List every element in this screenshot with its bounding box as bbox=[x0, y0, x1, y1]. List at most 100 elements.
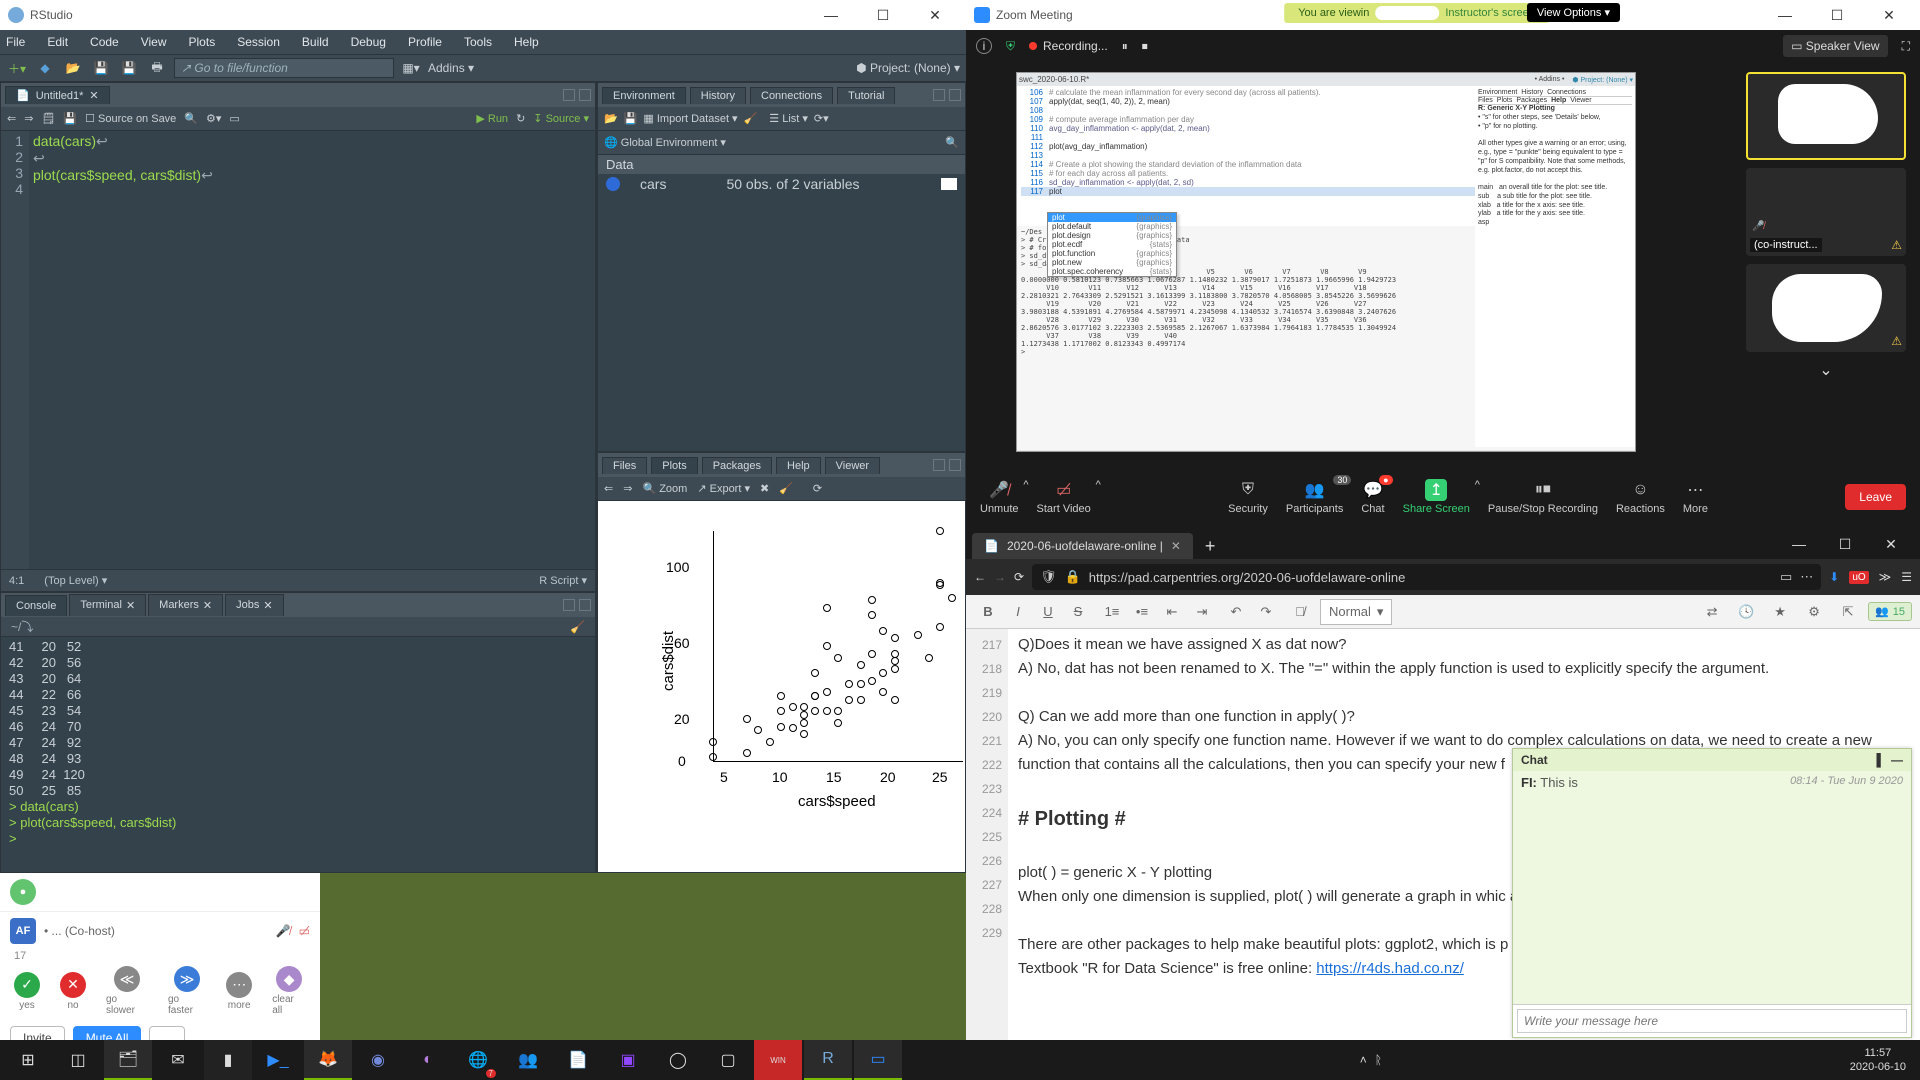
tab-plots[interactable]: Plots bbox=[651, 457, 697, 474]
pause-rec-icon[interactable]: ⏸ bbox=[1122, 39, 1128, 54]
wand-icon[interactable]: ⚙▾ bbox=[206, 112, 221, 125]
tab-markers[interactable]: Markers ✕ bbox=[148, 594, 223, 616]
remove-plot-icon[interactable]: ✖ bbox=[760, 482, 769, 495]
pane-max-icon[interactable] bbox=[949, 89, 961, 101]
new-project-icon[interactable]: ◆ bbox=[34, 58, 56, 78]
pin-chat-icon[interactable]: ▌ bbox=[1876, 753, 1885, 767]
pane-max-icon[interactable] bbox=[949, 459, 961, 471]
addins-dropdown[interactable]: Addins ▾ bbox=[428, 61, 474, 75]
close-button[interactable]: ✕ bbox=[1868, 529, 1914, 559]
ol-button[interactable]: 1≡ bbox=[1098, 599, 1126, 625]
menu-view[interactable]: View bbox=[141, 35, 167, 49]
settings-icon[interactable]: ⚙ bbox=[1800, 599, 1828, 625]
goto-file-input[interactable]: ↗ Go to file/function bbox=[174, 58, 394, 78]
next-plot-icon[interactable]: ⇒ bbox=[623, 482, 632, 495]
downloads-icon[interactable]: ⬇ bbox=[1829, 570, 1839, 584]
zoom-taskbar-icon[interactable]: ▭ bbox=[854, 1040, 902, 1080]
pane-max-icon[interactable] bbox=[579, 89, 591, 101]
tab-terminal[interactable]: Terminal ✕ bbox=[69, 594, 146, 616]
task-view-icon[interactable]: ◫ bbox=[54, 1040, 102, 1080]
save-ws-icon[interactable]: 💾 bbox=[624, 112, 638, 125]
maximize-button[interactable]: ☐ bbox=[860, 0, 906, 30]
new-file-icon[interactable]: ＋▾ bbox=[6, 58, 28, 78]
pane-max-icon[interactable] bbox=[579, 599, 591, 611]
menu-edit[interactable]: Edit bbox=[47, 35, 68, 49]
ime-icon[interactable]: ᚱ bbox=[1375, 1053, 1382, 1067]
compile-icon[interactable]: ▭ bbox=[229, 112, 239, 125]
view-options-dropdown[interactable]: View Options ▾ bbox=[1527, 3, 1620, 22]
undo-button[interactable]: ↶ bbox=[1222, 599, 1250, 625]
url-input[interactable]: 🛡 🔒 https://pad.carpentries.org/2020-06-… bbox=[1032, 564, 1821, 590]
discord-icon[interactable]: ◉ bbox=[354, 1040, 402, 1080]
minimize-button[interactable]: — bbox=[808, 0, 854, 30]
scope-dropdown[interactable]: 🌐 Global Environment ▾ bbox=[604, 136, 726, 149]
new-tab-button[interactable]: + bbox=[1195, 534, 1226, 559]
strike-button[interactable]: S bbox=[1064, 599, 1092, 625]
lang-dropdown[interactable]: R Script ▾ bbox=[539, 574, 587, 587]
tab-files[interactable]: Files bbox=[602, 457, 647, 474]
rerun-icon[interactable]: ↻ bbox=[516, 112, 525, 125]
refresh-plot-icon[interactable]: ⟳ bbox=[813, 482, 822, 495]
menu-debug[interactable]: Debug bbox=[351, 35, 386, 49]
fullscreen-icon[interactable]: ⛶ bbox=[1902, 39, 1910, 54]
leave-button[interactable]: Leave bbox=[1845, 484, 1906, 510]
italic-button[interactable]: I bbox=[1004, 599, 1032, 625]
share-screen-button[interactable]: ↥Share Screen^ bbox=[1403, 479, 1470, 515]
r4ds-link[interactable]: https://r4ds.had.co.nz/ bbox=[1316, 960, 1464, 977]
page-actions-icon[interactable]: ⋯ bbox=[1800, 569, 1813, 585]
pause-record-button[interactable]: ⏸⏹Pause/Stop Recording bbox=[1488, 479, 1598, 515]
tab-help[interactable]: Help bbox=[776, 457, 821, 474]
back-icon[interactable]: ← bbox=[974, 570, 986, 584]
menu-icon[interactable]: ☰ bbox=[1901, 570, 1912, 584]
tab-jobs[interactable]: Jobs ✕ bbox=[225, 594, 283, 616]
zoom-titlebar[interactable]: Zoom Meeting — ☐ ✕ You are viewinInstruc… bbox=[966, 0, 1920, 30]
prev-plot-icon[interactable]: ⇐ bbox=[604, 482, 613, 495]
react-slower[interactable]: ≪go slower bbox=[106, 966, 148, 1016]
chat-button[interactable]: 💬Chat● bbox=[1361, 479, 1384, 515]
export-dropdown[interactable]: ↗ Export ▾ bbox=[697, 482, 750, 495]
import-export-icon[interactable]: ⇄ bbox=[1698, 599, 1726, 625]
pane-min-icon[interactable] bbox=[563, 599, 575, 611]
overflow-icon[interactable]: ≫ bbox=[1879, 570, 1892, 584]
twitch-icon[interactable]: ▣ bbox=[604, 1040, 652, 1080]
video-coinstructor[interactable]: (co-instruct... ⚠ 🎤̸ bbox=[1746, 168, 1906, 256]
ublock-icon[interactable]: uO bbox=[1849, 571, 1868, 584]
load-ws-icon[interactable]: 📂 bbox=[604, 112, 618, 125]
app-icon-3[interactable]: 📄 bbox=[554, 1040, 602, 1080]
console-output[interactable]: 41 20 52 42 20 56 43 20 64 44 22 66 45 2… bbox=[1, 637, 595, 872]
menu-build[interactable]: Build bbox=[302, 35, 329, 49]
info-icon[interactable]: i bbox=[976, 38, 992, 54]
save-icon[interactable]: 💾 bbox=[63, 112, 77, 125]
view-df-icon[interactable] bbox=[941, 178, 957, 190]
find-icon[interactable]: 🔍 bbox=[184, 112, 198, 125]
tab-history[interactable]: History bbox=[690, 87, 746, 104]
bold-button[interactable]: B bbox=[974, 599, 1002, 625]
import-dataset-dropdown[interactable]: ▦ Import Dataset ▾ bbox=[643, 112, 737, 125]
tray-up-icon[interactable]: ˄ bbox=[1360, 1053, 1367, 1067]
powershell-icon[interactable]: ▶_ bbox=[254, 1040, 302, 1080]
react-yes[interactable]: ✓yes bbox=[14, 972, 40, 1011]
firefox-icon[interactable]: 🦊 bbox=[304, 1040, 352, 1080]
grid-icon[interactable]: ▦▾ bbox=[400, 58, 422, 78]
source-editor[interactable]: 1 2 3 4 data(cars)↩ ↩ plot(cars$speed, c… bbox=[1, 131, 595, 569]
clear-plots-icon[interactable]: 🧹 bbox=[779, 482, 793, 495]
rstudio-titlebar[interactable]: RStudio — ☐ ✕ bbox=[0, 0, 966, 30]
minimize-button[interactable]: — bbox=[1762, 0, 1808, 30]
minimize-button[interactable]: — bbox=[1776, 529, 1822, 559]
maximize-button[interactable]: ☐ bbox=[1822, 529, 1868, 559]
menu-help[interactable]: Help bbox=[514, 35, 539, 49]
menu-file[interactable]: File bbox=[6, 35, 25, 49]
file-explorer-icon[interactable]: 🗂 bbox=[104, 1040, 152, 1080]
shield-icon[interactable]: 🛡 bbox=[1040, 569, 1057, 585]
open-file-icon[interactable]: 📂 bbox=[62, 58, 84, 78]
speaker-view-button[interactable]: ▭ Speaker View bbox=[1783, 35, 1888, 57]
shield-icon[interactable]: ⛨ bbox=[1006, 39, 1015, 54]
react-more[interactable]: ⋯more bbox=[226, 972, 252, 1011]
fwd-icon[interactable]: ⇒ bbox=[24, 112, 33, 125]
clock[interactable]: 11:57 2020-06-10 bbox=[1840, 1046, 1916, 1074]
outdent-button[interactable]: ⇤ bbox=[1158, 599, 1186, 625]
start-video-button[interactable]: ▭̸Start Video^ bbox=[1037, 479, 1091, 515]
run-button[interactable]: ▶ Run bbox=[476, 112, 508, 125]
close-tab-icon[interactable]: ✕ bbox=[1171, 539, 1181, 553]
react-faster[interactable]: ≫go faster bbox=[168, 966, 206, 1016]
